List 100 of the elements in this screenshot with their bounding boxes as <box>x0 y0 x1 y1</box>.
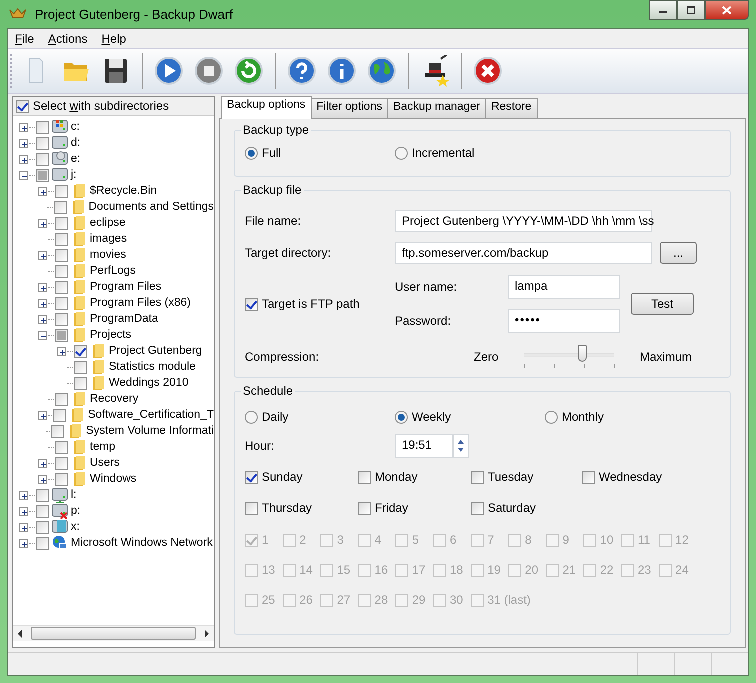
expander[interactable] <box>19 522 28 532</box>
checkbox[interactable] <box>245 502 258 514</box>
checkbox[interactable] <box>36 504 49 518</box>
tree-item-label[interactable]: j: <box>71 169 77 181</box>
expander[interactable] <box>38 218 47 228</box>
expander[interactable] <box>38 314 47 324</box>
checkbox[interactable] <box>582 470 595 484</box>
radio-button[interactable] <box>245 410 258 424</box>
input-field[interactable]: Project Gutenberg \YYYY-\MM-\DD \hh \mm \ss <box>395 210 652 232</box>
expander[interactable] <box>19 490 28 500</box>
expander[interactable] <box>38 410 47 420</box>
tree-item-label[interactable]: c: <box>71 121 80 133</box>
tree-item-label[interactable]: Statistics module <box>109 361 196 373</box>
tree-item-label[interactable]: eclipse <box>90 217 126 229</box>
checkbox[interactable] <box>55 264 68 278</box>
checkbox[interactable] <box>55 248 68 262</box>
close-button[interactable] <box>705 0 749 20</box>
left-arrow-icon[interactable] <box>17 630 23 638</box>
checkbox[interactable] <box>55 440 68 454</box>
tree-item-label[interactable]: Recovery <box>90 393 139 405</box>
expander[interactable] <box>19 154 28 164</box>
tree-item-label[interactable]: Projects <box>90 329 132 341</box>
tree-item-label[interactable]: Weddings 2010 <box>109 377 189 389</box>
radio-button[interactable] <box>395 146 408 160</box>
tree-item-label[interactable]: movies <box>90 249 126 261</box>
checkbox[interactable] <box>36 488 49 502</box>
tree-item-label[interactable]: ProgramData <box>90 313 158 325</box>
horizontal-scrollbar[interactable] <box>13 625 214 641</box>
tree-item-label[interactable]: e: <box>71 153 81 165</box>
help-icon[interactable] <box>286 55 318 87</box>
checkbox[interactable] <box>36 136 49 150</box>
radio-button[interactable] <box>245 146 258 160</box>
password-field[interactable]: ••••• <box>508 309 620 333</box>
checkbox[interactable] <box>36 520 49 534</box>
info-icon[interactable] <box>326 55 358 87</box>
tree-item-label[interactable]: Software_Certification_T <box>88 409 214 421</box>
checkbox[interactable] <box>55 216 68 230</box>
slider-thumb[interactable] <box>578 345 588 362</box>
menu-item[interactable]: Help <box>94 32 134 46</box>
checkbox[interactable] <box>55 184 68 198</box>
expander[interactable] <box>38 186 47 196</box>
checkbox[interactable] <box>74 376 87 390</box>
tree-item-label[interactable]: Project Gutenberg <box>109 345 202 357</box>
expander[interactable] <box>38 330 47 340</box>
globe-icon[interactable] <box>366 55 398 87</box>
checkbox[interactable] <box>55 312 68 326</box>
stop-icon[interactable] <box>193 55 225 87</box>
tab[interactable]: Backup options <box>221 96 312 119</box>
expander[interactable] <box>19 122 28 132</box>
tab[interactable]: Backup manager <box>387 98 486 118</box>
tab[interactable]: Filter options <box>310 98 388 118</box>
refresh-icon[interactable] <box>233 55 265 87</box>
checkbox[interactable] <box>55 472 68 486</box>
expander[interactable] <box>19 138 28 148</box>
checkbox[interactable] <box>16 100 29 112</box>
expander[interactable] <box>19 170 28 180</box>
checkbox[interactable] <box>36 152 49 166</box>
checkbox[interactable] <box>74 360 87 374</box>
tab[interactable]: Restore <box>485 98 538 118</box>
checkbox[interactable] <box>55 232 68 246</box>
checkbox[interactable] <box>55 392 68 406</box>
checkbox[interactable] <box>36 120 49 134</box>
test-button[interactable]: Test <box>631 293 694 315</box>
tree-item-label[interactable]: d: <box>71 137 81 149</box>
expander[interactable] <box>38 474 47 484</box>
menu-item[interactable]: Actions <box>41 32 95 46</box>
checkbox[interactable] <box>55 280 68 294</box>
checkbox[interactable] <box>358 470 371 484</box>
checkbox[interactable] <box>245 470 258 484</box>
spin-buttons[interactable] <box>453 434 469 458</box>
input-field[interactable]: ftp.someserver.com/backup <box>395 242 652 264</box>
checkbox[interactable] <box>36 536 49 550</box>
tree-item-label[interactable]: Microsoft Windows Network <box>71 537 213 549</box>
checkbox[interactable] <box>55 296 68 310</box>
tree-item-label[interactable]: $Recycle.Bin <box>90 185 158 197</box>
tree-item-label[interactable]: p: <box>71 505 81 517</box>
tree-item-label[interactable]: System Volume Informati <box>86 425 214 437</box>
radio-button[interactable] <box>545 410 558 424</box>
play-icon[interactable] <box>153 55 185 87</box>
minimize-button[interactable] <box>649 0 677 20</box>
tree-item-label[interactable]: Program Files <box>90 281 162 293</box>
tree-item-label[interactable]: Program Files (x86) <box>90 297 191 309</box>
input-field[interactable]: lampa <box>508 275 620 299</box>
tree-item-label[interactable]: temp <box>90 441 116 453</box>
tree-item-label[interactable]: Users <box>90 457 120 469</box>
checkbox[interactable] <box>55 456 68 470</box>
tree-item-label[interactable]: Documents and Settings <box>88 201 214 213</box>
expander[interactable] <box>38 282 47 292</box>
radio-button[interactable] <box>395 410 408 424</box>
time-field[interactable]: 19:51 <box>395 434 453 458</box>
tree-item-label[interactable]: images <box>90 233 128 245</box>
expander[interactable] <box>19 506 28 516</box>
checkbox[interactable] <box>358 502 371 514</box>
tree-item-label[interactable]: PerfLogs <box>90 265 136 277</box>
checkbox[interactable] <box>54 200 67 214</box>
expander[interactable] <box>19 538 28 548</box>
checkbox[interactable] <box>471 470 484 484</box>
cancel-icon[interactable] <box>472 55 504 87</box>
right-arrow-icon[interactable] <box>204 630 210 638</box>
scrollbar-thumb[interactable] <box>31 627 196 640</box>
